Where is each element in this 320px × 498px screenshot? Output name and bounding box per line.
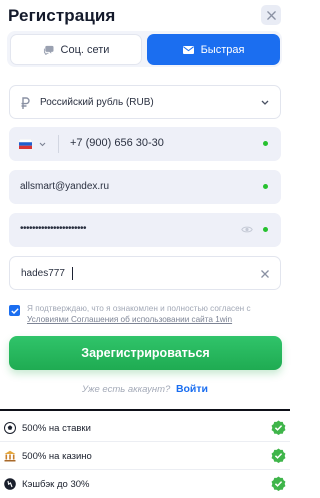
registration-tabs: Соц. сети Быстрая bbox=[7, 31, 282, 67]
close-button[interactable] bbox=[261, 5, 281, 25]
close-icon bbox=[266, 10, 276, 20]
register-button[interactable]: Зарегистрироваться bbox=[9, 336, 282, 370]
currency-select[interactable]: Российский рубль (RUB) bbox=[9, 85, 281, 119]
phone-field[interactable]: +7 (900) 656 30-30 bbox=[9, 127, 281, 161]
check-badge-icon bbox=[271, 420, 286, 435]
login-question: Уже есть аккаунт? bbox=[81, 384, 171, 395]
email-field[interactable]: allsmart@yandex.ru bbox=[9, 170, 281, 204]
phone-value: +7 (900) 656 30-30 bbox=[70, 137, 164, 149]
valid-indicator bbox=[263, 184, 268, 189]
chat-bubble-icon bbox=[43, 45, 54, 55]
section-divider bbox=[0, 409, 290, 411]
valid-indicator bbox=[263, 227, 268, 232]
valid-indicator bbox=[263, 141, 268, 146]
promo-value: hades777 bbox=[21, 268, 65, 279]
consent-text: Я подтверждаю, что я ознакомлен и полнос… bbox=[27, 303, 279, 325]
login-link[interactable]: Войти bbox=[176, 383, 208, 395]
bonus-label: 500% на казино bbox=[22, 451, 92, 462]
check-badge-icon bbox=[271, 476, 286, 491]
consent-checkbox[interactable] bbox=[9, 305, 20, 316]
ruble-icon bbox=[21, 97, 30, 109]
tab-social-networks[interactable]: Соц. сети bbox=[10, 34, 142, 65]
chevron-down-icon bbox=[39, 142, 46, 147]
tab-quick[interactable]: Быстрая bbox=[147, 34, 280, 65]
email-value: allsmart@yandex.ru bbox=[20, 181, 110, 192]
chevron-down-icon bbox=[261, 100, 269, 105]
bonus-label: 500% на ставки bbox=[22, 423, 91, 434]
tab-quick-label: Быстрая bbox=[200, 43, 245, 56]
tab-social-label: Соц. сети bbox=[60, 43, 110, 56]
password-field[interactable]: •••••••••••••••••••••• bbox=[9, 213, 281, 247]
cashback-icon bbox=[4, 478, 16, 490]
eye-icon[interactable] bbox=[241, 225, 253, 234]
promo-code-field[interactable]: hades777 bbox=[9, 256, 281, 290]
check-icon bbox=[10, 307, 19, 314]
casino-icon bbox=[4, 450, 16, 462]
terms-link[interactable]: Условиями Соглашения об использовании са… bbox=[27, 315, 232, 324]
russia-flag-icon bbox=[19, 139, 32, 149]
envelope-icon bbox=[182, 45, 194, 54]
header: Регистрация bbox=[7, 2, 283, 28]
password-value: •••••••••••••••••••••• bbox=[20, 223, 87, 234]
text-cursor bbox=[72, 267, 73, 280]
login-prompt: Уже есть аккаунт? Войти bbox=[0, 383, 290, 395]
page-title: Регистрация bbox=[8, 6, 116, 25]
currency-value: Российский рубль (RUB) bbox=[40, 97, 154, 108]
phone-divider bbox=[58, 135, 59, 153]
consent-statement: Я подтверждаю, что я ознакомлен и полнос… bbox=[27, 304, 251, 313]
soccer-ball-icon bbox=[4, 422, 16, 434]
clear-icon[interactable] bbox=[261, 270, 269, 278]
country-selector[interactable] bbox=[19, 138, 49, 150]
bonus-label: Кэшбэк до 30% bbox=[22, 479, 90, 490]
check-badge-icon bbox=[271, 448, 286, 463]
bonus-item: 500% на ставки bbox=[0, 414, 290, 442]
bonus-item: 500% на казино bbox=[0, 442, 290, 470]
